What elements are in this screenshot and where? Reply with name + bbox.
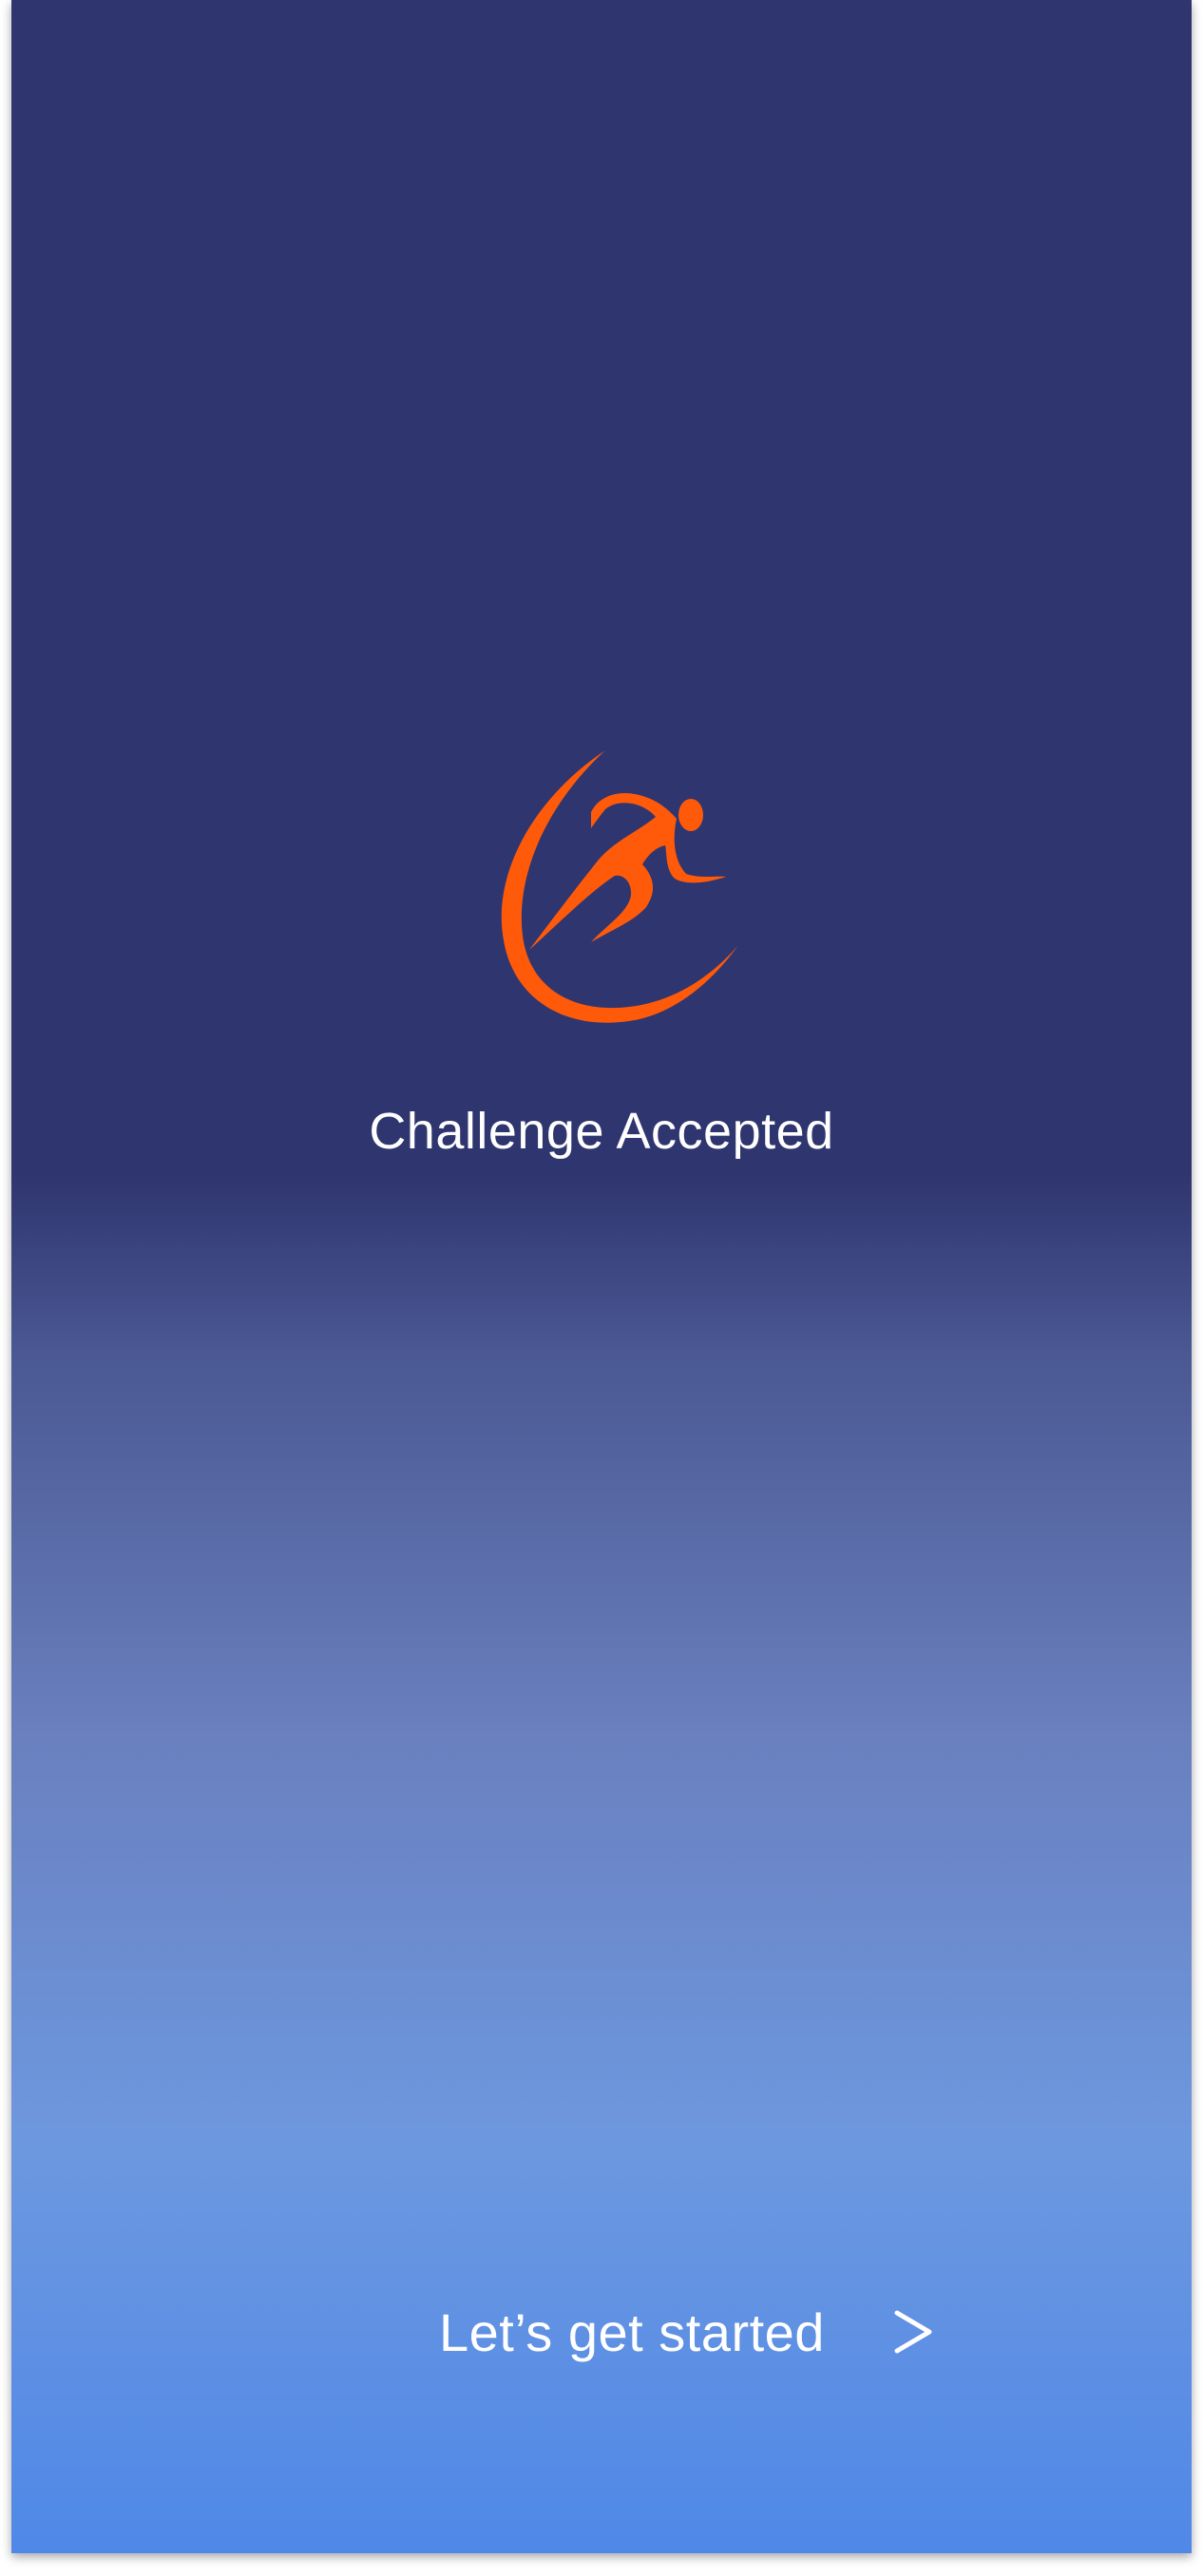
app-name: Challenge Accepted [369,1103,834,1160]
runner-logo-icon [501,750,738,1023]
welcome-screen: Challenge Accepted Let’s get started [11,0,1192,2553]
get-started-label: Let’s get started [439,2301,825,2362]
chevron-right-icon [894,2310,932,2354]
get-started-button[interactable]: Let’s get started [439,2289,937,2375]
